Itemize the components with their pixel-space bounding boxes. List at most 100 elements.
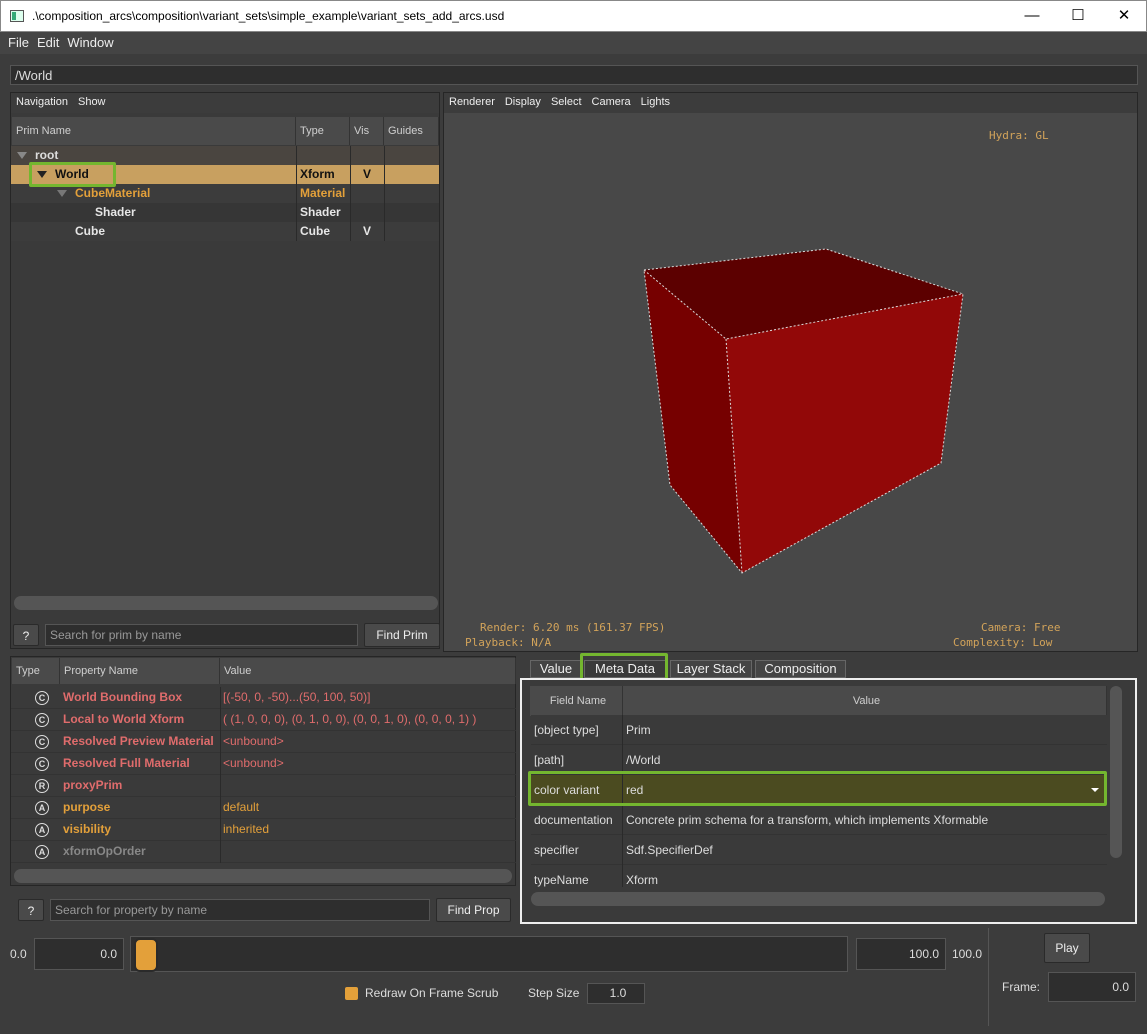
frame-label: Frame: — [1002, 980, 1041, 994]
property-row[interactable]: A xformOpOrder — [11, 841, 516, 863]
meta-row[interactable]: specifier Sdf.SpecifierDef — [531, 835, 1107, 865]
property-row[interactable]: C Local to World Xform ( (1, 0, 0, 0), (… — [11, 709, 516, 731]
menu-navigation[interactable]: Navigation — [11, 93, 73, 111]
prim-vis[interactable]: V — [363, 165, 371, 184]
property-value: ( (1, 0, 0, 0), (0, 1, 0, 0), (0, 0, 1, … — [223, 712, 477, 726]
hud-playback: Playback: N/A — [465, 636, 552, 649]
metadata-scrollbar-v[interactable] — [1110, 686, 1122, 858]
cube-render — [643, 248, 964, 574]
meta-field: typeName — [534, 873, 589, 887]
column-divider — [220, 687, 221, 863]
timeline-slider[interactable] — [130, 936, 848, 972]
property-value: [(-50, 0, -50)...(50, 100, 50)] — [223, 690, 371, 704]
col-field-name[interactable]: Field Name — [530, 686, 623, 716]
prim-name: Cube — [75, 224, 105, 238]
metadata-scrollbar-h[interactable] — [531, 892, 1105, 906]
meta-field: documentation — [534, 813, 613, 827]
highlight-color-variant — [528, 771, 1107, 806]
highlight-world — [29, 162, 116, 187]
meta-value: Prim — [626, 723, 651, 737]
meta-row[interactable]: [object type] Prim — [531, 715, 1107, 745]
property-row[interactable]: A visibility inherited — [11, 819, 516, 841]
col-type[interactable]: Type — [296, 117, 350, 145]
find-prop-button[interactable]: Find Prop — [436, 898, 511, 922]
prim-type: Material — [300, 186, 346, 200]
meta-value: Sdf.SpecifierDef — [626, 843, 713, 857]
menu-file[interactable]: File — [0, 32, 33, 50]
find-prim-button[interactable]: Find Prim — [364, 623, 440, 647]
tree-row-shader[interactable]: Shader Shader — [11, 203, 439, 222]
property-name: Resolved Preview Material — [63, 734, 214, 748]
col-prop-name[interactable]: Property Name — [60, 658, 220, 684]
redraw-checkbox[interactable] — [345, 987, 358, 1000]
meta-row[interactable]: documentation Concrete prim schema for a… — [531, 805, 1107, 835]
expand-arrow-icon[interactable] — [17, 152, 27, 160]
prim-path-field[interactable]: /World — [10, 65, 1138, 85]
tree-row-cube[interactable]: Cube Cube V — [11, 222, 439, 241]
col-vis[interactable]: Vis — [350, 117, 384, 145]
meta-row[interactable]: typeName Xform — [531, 865, 1107, 887]
prim-help-button[interactable]: ? — [13, 624, 39, 646]
tab-layer-stack[interactable]: Layer Stack — [670, 660, 752, 678]
viewport-panel[interactable]: Renderer Display Select Camera Lights Hydra:… — [443, 92, 1138, 652]
meta-field: [object type] — [534, 723, 599, 737]
attribute-icon: A — [35, 845, 49, 859]
timeline-handle[interactable] — [134, 938, 158, 972]
column-divider — [296, 146, 297, 241]
frame-field[interactable]: 0.0 — [1048, 972, 1136, 1002]
step-size-label: Step Size — [528, 986, 580, 1000]
timeline-end-label: 100.0 — [952, 947, 983, 961]
prim-type: Xform — [300, 167, 335, 181]
property-row[interactable]: C Resolved Preview Material <unbound> — [11, 731, 516, 753]
property-row[interactable]: C World Bounding Box [(-50, 0, -50)...(5… — [11, 687, 516, 709]
minimize-button[interactable]: — — [1009, 1, 1055, 32]
tab-composition[interactable]: Composition — [755, 660, 846, 678]
step-size-field[interactable]: 1.0 — [587, 983, 645, 1004]
attribute-icon: A — [35, 801, 49, 815]
timeline-start-field[interactable]: 0.0 — [34, 938, 124, 970]
computed-icon: C — [35, 757, 49, 771]
prim-vis[interactable]: V — [363, 222, 371, 241]
col-guides[interactable]: Guides — [384, 117, 439, 145]
expand-arrow-icon[interactable] — [57, 190, 67, 198]
meta-value: Concrete prim schema for a transform, wh… — [626, 813, 989, 827]
maximize-button[interactable]: ☐ — [1055, 1, 1101, 32]
meta-value: /World — [626, 753, 661, 767]
property-scrollbar[interactable] — [14, 869, 512, 883]
timeline-end-field[interactable]: 100.0 — [856, 938, 946, 970]
col-prim-name[interactable]: Prim Name — [12, 117, 296, 145]
property-row[interactable]: R proxyPrim — [11, 775, 516, 797]
prim-type: Cube — [300, 224, 330, 238]
col-prop-value[interactable]: Value — [220, 658, 516, 684]
property-row[interactable]: A purpose default — [11, 797, 516, 819]
prop-help-button[interactable]: ? — [18, 899, 44, 921]
column-divider — [384, 146, 385, 241]
attribute-icon: A — [35, 823, 49, 837]
property-value: <unbound> — [223, 734, 284, 748]
computed-icon: C — [35, 691, 49, 705]
col-meta-value[interactable]: Value — [623, 686, 1107, 716]
col-prop-type[interactable]: Type — [12, 658, 60, 684]
window-title: .\composition_arcs\composition\variant_s… — [32, 9, 505, 23]
timeline-start-label: 0.0 — [10, 947, 27, 961]
play-button[interactable]: Play — [1044, 933, 1090, 963]
prim-search-input[interactable]: Search for prim by name — [45, 624, 358, 646]
menu-edit[interactable]: Edit — [33, 32, 63, 50]
meta-field: specifier — [534, 843, 579, 857]
property-panel: Type Property Name Value C World Boundin… — [10, 656, 516, 886]
prim-name: Shader — [95, 205, 136, 219]
app-icon — [10, 10, 24, 22]
close-button[interactable]: ✕ — [1101, 1, 1147, 32]
meta-value: Xform — [626, 873, 659, 887]
property-row[interactable]: C Resolved Full Material <unbound> — [11, 753, 516, 775]
relationship-icon: R — [35, 779, 49, 793]
nav-toolbar: Navigation Show — [11, 93, 439, 113]
menu-window[interactable]: Window — [63, 32, 117, 50]
prim-browser-panel: Navigation Show Prim Name Type Vis Guides… — [10, 92, 440, 649]
tab-value[interactable]: Value — [530, 660, 582, 678]
property-name: World Bounding Box — [63, 690, 183, 704]
prim-tree-scrollbar[interactable] — [14, 596, 438, 610]
prop-search-input[interactable]: Search for property by name — [50, 899, 430, 921]
property-name: Local to World Xform — [63, 712, 185, 726]
menu-show[interactable]: Show — [73, 93, 111, 111]
